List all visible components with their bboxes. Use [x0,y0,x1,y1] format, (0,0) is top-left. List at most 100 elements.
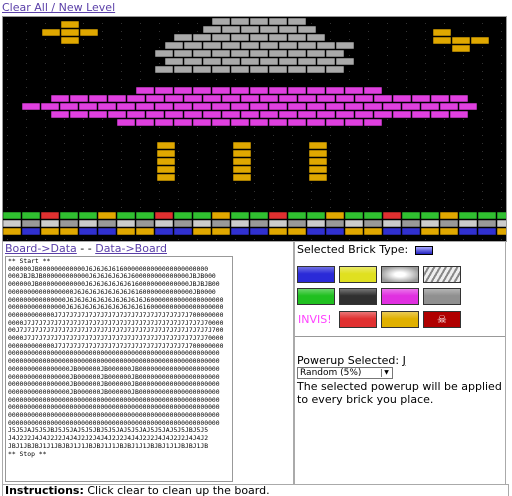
brick [69,110,89,119]
grid-dot [121,207,122,208]
level-data-textarea[interactable]: ** Start ** 000000JB000000000000J6J6J6J6… [5,256,233,482]
brick [325,49,345,58]
grid-dot [349,175,350,176]
brick [135,211,155,220]
brick-striped-button[interactable] [423,266,461,283]
brick [107,110,127,119]
brick [69,94,89,103]
grid-dot [140,175,141,176]
grid-dot [501,95,502,96]
brick-gold-button[interactable] [381,311,419,328]
brick [308,149,328,158]
grid-dot [64,63,65,64]
brick-dark-gray-button[interactable] [339,288,377,305]
grid-dot [45,39,46,40]
grid-dot [387,183,388,184]
brick [192,65,212,74]
grid-dot [159,23,160,24]
brick-green-button[interactable] [297,288,335,305]
powerup-select[interactable]: Random (5%) ▼ [297,367,393,379]
grid-dot [102,207,103,208]
brick [107,94,127,103]
brick [259,110,279,119]
grid-dot [83,71,84,72]
grid-dot [140,23,141,24]
brick [221,57,241,66]
brick [154,118,174,127]
brick-magenta-button[interactable] [381,288,419,305]
grid-dot [406,167,407,168]
brick [221,25,241,34]
grid-dot [349,79,350,80]
grid-dot [102,55,103,56]
data-to-board-link[interactable]: Data->Board [95,242,167,255]
grid-dot [254,79,255,80]
grid-dot [235,127,236,128]
grid-dot [121,31,122,32]
brick-invisible-button[interactable]: INVIS! [297,311,335,328]
brick [363,227,383,236]
grid-dot [121,151,122,152]
instructions-label: Instructions: [5,484,84,496]
brick-skull-button[interactable]: ☠ [423,311,461,328]
brick [230,118,250,127]
grid-dot [292,79,293,80]
level-board[interactable] [2,16,507,242]
board-canvas[interactable] [3,17,506,241]
board-to-data-link[interactable]: Board->Data [5,242,77,255]
grid-dot [444,79,445,80]
chevron-down-icon[interactable]: ▼ [381,369,391,377]
brick [78,219,98,228]
brick [458,102,478,111]
brick [192,49,212,58]
brick-red-button[interactable] [339,311,377,328]
brick [278,94,298,103]
brick [97,211,117,220]
grid-dot [197,183,198,184]
grid-dot [501,151,502,152]
grid-dot [368,127,369,128]
brick-gray-textured-button[interactable] [381,266,419,283]
grid-dot [178,183,179,184]
brick [259,94,279,103]
grid-dot [463,127,464,128]
grid-dot [406,127,407,128]
brick [154,102,174,111]
brick [116,211,136,220]
selected-brick-type: Selected Brick Type: [297,243,433,256]
grid-dot [406,159,407,160]
grid-dot [482,199,483,200]
grid-dot [102,39,103,40]
grid-dot [482,47,483,48]
grid-dot [64,47,65,48]
brick-blue-button[interactable] [297,266,335,283]
grid-dot [482,207,483,208]
grid-dot [444,63,445,64]
grid-dot [425,47,426,48]
grid-dot [235,135,236,136]
grid-dot [102,47,103,48]
brick [202,110,222,119]
instructions-text: Click clear to clean up the board. [83,484,270,496]
brick [116,219,136,228]
grid-dot [159,79,160,80]
brick [382,219,402,228]
grid-dot [64,79,65,80]
brick [268,17,288,26]
grid-dot [406,31,407,32]
brick [192,86,212,95]
grid-dot [26,87,27,88]
grid-dot [501,127,502,128]
brick-silver-button[interactable] [423,288,461,305]
brick [287,65,307,74]
brick [192,211,212,220]
grid-dot [83,47,84,48]
brick-yellow-button[interactable] [339,266,377,283]
grid-dot [387,167,388,168]
grid-dot [140,127,141,128]
grid-dot [368,167,369,168]
brick [211,65,231,74]
grid-dot [311,191,312,192]
brick [145,110,165,119]
clear-all-new-level-link[interactable]: Clear All / New Level [2,1,115,14]
